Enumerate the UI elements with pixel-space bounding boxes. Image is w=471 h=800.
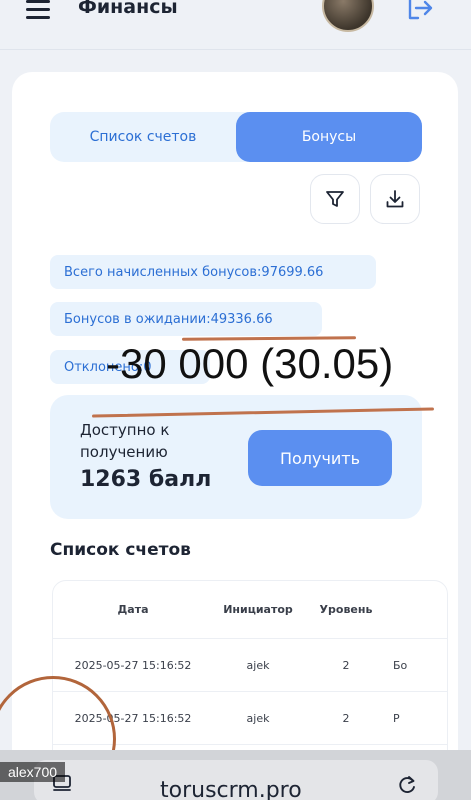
column-header-date[interactable]: Дата	[63, 581, 203, 638]
tab-switcher: Список счетов Бонусы	[50, 112, 422, 162]
download-button[interactable]	[370, 174, 420, 224]
table-row[interactable]: 2025-05-27 15:16:52 ajek 2 Бо	[53, 639, 447, 692]
tab-bonuses[interactable]: Бонусы	[236, 112, 422, 162]
cell-extra: Бо	[393, 658, 408, 672]
hamburger-menu-icon[interactable]	[26, 0, 50, 19]
cell-level: 2	[342, 711, 350, 725]
column-header-level[interactable]: Уровень	[308, 581, 384, 638]
available-amount: 1263 балл	[80, 467, 212, 492]
cell-extra: Р	[393, 711, 400, 725]
cell-initiator: ajek	[246, 711, 270, 725]
username-watermark: alex700	[0, 762, 66, 782]
page-title: Финансы	[78, 0, 178, 18]
column-header-extra	[393, 581, 447, 638]
browser-address-bar: toruscrm.pro	[0, 750, 471, 800]
column-header-initiator[interactable]: Инициатор	[213, 581, 303, 638]
receive-button[interactable]: Получить	[248, 430, 392, 486]
filter-icon	[326, 191, 344, 207]
reload-icon[interactable]	[396, 774, 418, 796]
filter-button[interactable]	[310, 174, 360, 224]
pending-bonuses-stat: Бонусов в ожидании:49336.66	[50, 302, 322, 336]
top-bar: Финансы	[0, 0, 471, 50]
table-header-row: Дата Инициатор Уровень	[53, 581, 447, 639]
cell-level: 2	[342, 658, 350, 672]
tab-accounts-list[interactable]: Список счетов	[50, 112, 236, 162]
download-icon	[386, 190, 404, 208]
avatar[interactable]	[322, 0, 374, 32]
total-bonuses-stat: Всего начисленных бонусов:97699.66	[50, 255, 376, 289]
cell-initiator: ajek	[246, 658, 270, 672]
accounts-section-title: Список счетов	[50, 540, 191, 560]
url-text[interactable]: toruscrm.pro	[160, 778, 302, 800]
app-screen: Финансы Список счетов Бонусы Всего начис…	[0, 0, 471, 800]
annotation-text: -30 000 (30.05)	[106, 340, 394, 387]
logout-icon[interactable]	[406, 0, 434, 20]
available-label: Доступно к получению	[80, 421, 170, 461]
